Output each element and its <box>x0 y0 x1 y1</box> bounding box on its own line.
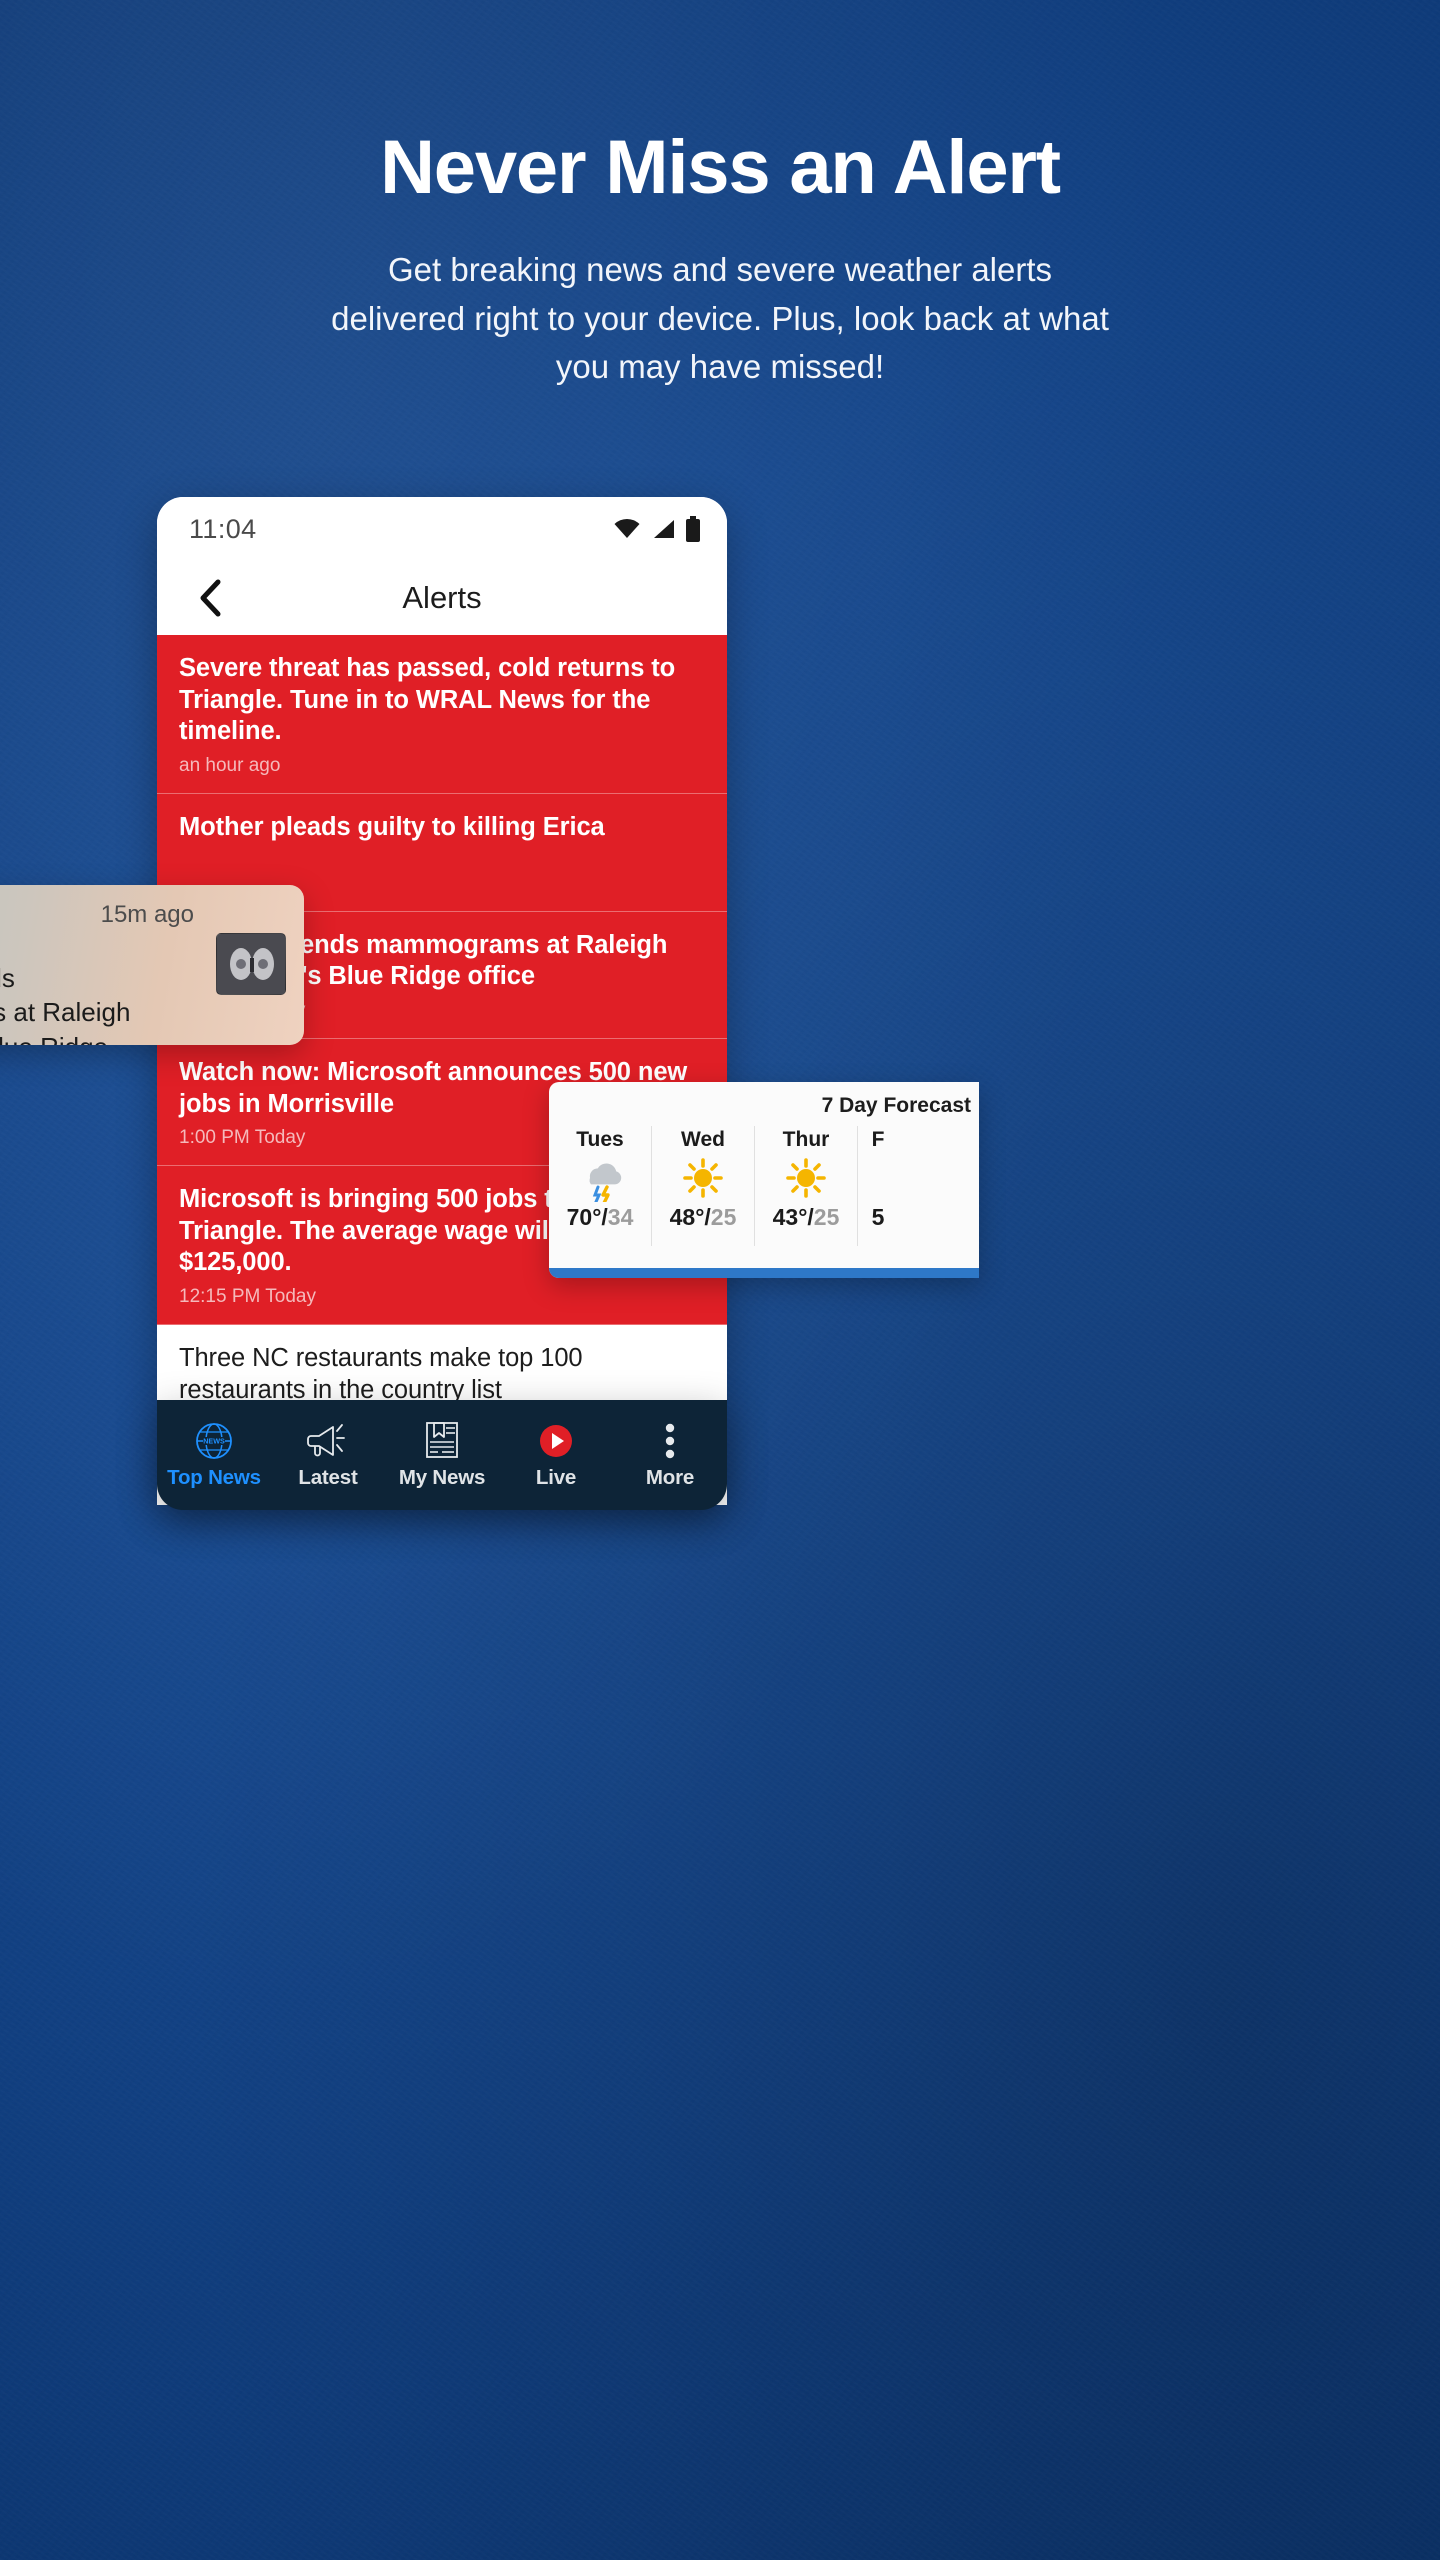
status-bar-icons <box>613 516 701 542</box>
play-circle-icon <box>536 1421 576 1461</box>
weather-forecast-widget[interactable]: 7 Day Forecast Tues 70°/34 Wed 48°/25 Th… <box>549 1082 979 1278</box>
nav-item-live[interactable]: Live <box>499 1421 613 1490</box>
weather-day[interactable]: F 5 <box>858 1126 898 1246</box>
weather-day[interactable]: Wed 48°/25 <box>652 1126 755 1246</box>
weather-accent-bar <box>549 1268 979 1278</box>
weather-high: 70° <box>566 1204 602 1230</box>
overflow-dots-icon <box>663 1421 677 1461</box>
weather-low: 34 <box>607 1204 634 1230</box>
nav-item-more[interactable]: More <box>613 1421 727 1490</box>
nav-item-my-news[interactable]: My News <box>385 1421 499 1490</box>
news-thumbnail-image <box>216 933 286 995</box>
alert-title: Mother pleads guilty to killing Erica <box>179 812 605 841</box>
alert-title: Severe threat has passed, cold returns t… <box>179 654 676 746</box>
notification-text: UNC suspends mammograms at Raleigh Radio… <box>0 963 131 1045</box>
weather-day-temps: 48°/25 <box>669 1204 737 1230</box>
alert-timestamp: 12:15 PM Today <box>179 1286 316 1308</box>
weather-heading: 7 Day Forecast <box>821 1094 971 1117</box>
weather-day-name: Tues <box>576 1128 624 1151</box>
battery-icon <box>686 516 700 542</box>
app-bar-title: Alerts <box>402 580 482 615</box>
weather-day-temps: 43°/25 <box>772 1204 840 1230</box>
weather-days-row: Tues 70°/34 Wed 48°/25 Thur 43°/25 F 5 <box>549 1126 979 1246</box>
nav-label: More <box>645 1465 695 1489</box>
megaphone-icon <box>307 1421 349 1461</box>
nav-label: Live <box>535 1465 577 1489</box>
svg-text:NEWS: NEWS <box>203 1436 225 1445</box>
weather-day-name: Wed <box>681 1128 725 1151</box>
weather-day-temps: 70°/34 <box>566 1204 634 1230</box>
hero-subtitle: Get breaking news and severe weather ale… <box>331 250 1109 386</box>
globe-news-icon: NEWS <box>194 1421 234 1461</box>
sun-icon <box>783 1152 829 1204</box>
notification-popup[interactable]: 15m ago UNC suspends mammograms at Ralei… <box>0 885 304 1045</box>
nav-label: My News <box>398 1465 486 1489</box>
weather-high: 43° <box>772 1204 808 1230</box>
thunderstorm-icon <box>577 1152 623 1204</box>
alerts-list: Severe threat has passed, cold returns t… <box>157 635 727 1505</box>
hero-section: Never Miss an Alert Get breaking news an… <box>0 0 1440 392</box>
nav-label: Top News <box>167 1465 261 1489</box>
alert-timestamp: an hour ago <box>179 754 281 776</box>
weather-low: 25 <box>813 1204 840 1230</box>
bottom-navigation: NEWS Top News Latest My News Live More <box>157 1400 727 1510</box>
weather-day[interactable]: Tues 70°/34 <box>549 1126 652 1246</box>
sun-icon <box>680 1152 726 1204</box>
back-button[interactable] <box>183 578 237 618</box>
weather-low: 25 <box>710 1204 737 1230</box>
alert-title: Three NC restaurants make top 100 restau… <box>179 1344 583 1404</box>
nav-item-top-news[interactable]: NEWS Top News <box>157 1421 271 1490</box>
newspaper-bookmark-icon <box>424 1421 460 1461</box>
chevron-left-icon <box>200 579 221 617</box>
weather-day-name: F <box>871 1128 885 1151</box>
status-bar-time: 11:04 <box>189 513 257 544</box>
weather-day[interactable]: Thur 43°/25 <box>755 1126 858 1246</box>
weather-high: 5 <box>871 1204 885 1230</box>
weather-day-name: Thur <box>782 1128 830 1151</box>
status-bar: 11:04 <box>157 497 727 561</box>
weather-high: 48° <box>669 1204 705 1230</box>
wifi-icon <box>614 518 640 538</box>
app-bar: Alerts <box>157 561 727 635</box>
notification-timestamp: 15m ago <box>100 901 194 928</box>
nav-item-latest[interactable]: Latest <box>271 1421 385 1490</box>
weather-day-temps: 5 <box>872 1204 885 1231</box>
page-title: Never Miss an Alert <box>380 125 1061 210</box>
notification-content: 15m ago UNC suspends mammograms at Ralei… <box>0 885 304 1045</box>
nav-label: Latest <box>298 1465 358 1489</box>
signal-icon <box>654 520 674 538</box>
alert-item[interactable]: Severe threat has passed, cold returns t… <box>157 635 727 794</box>
